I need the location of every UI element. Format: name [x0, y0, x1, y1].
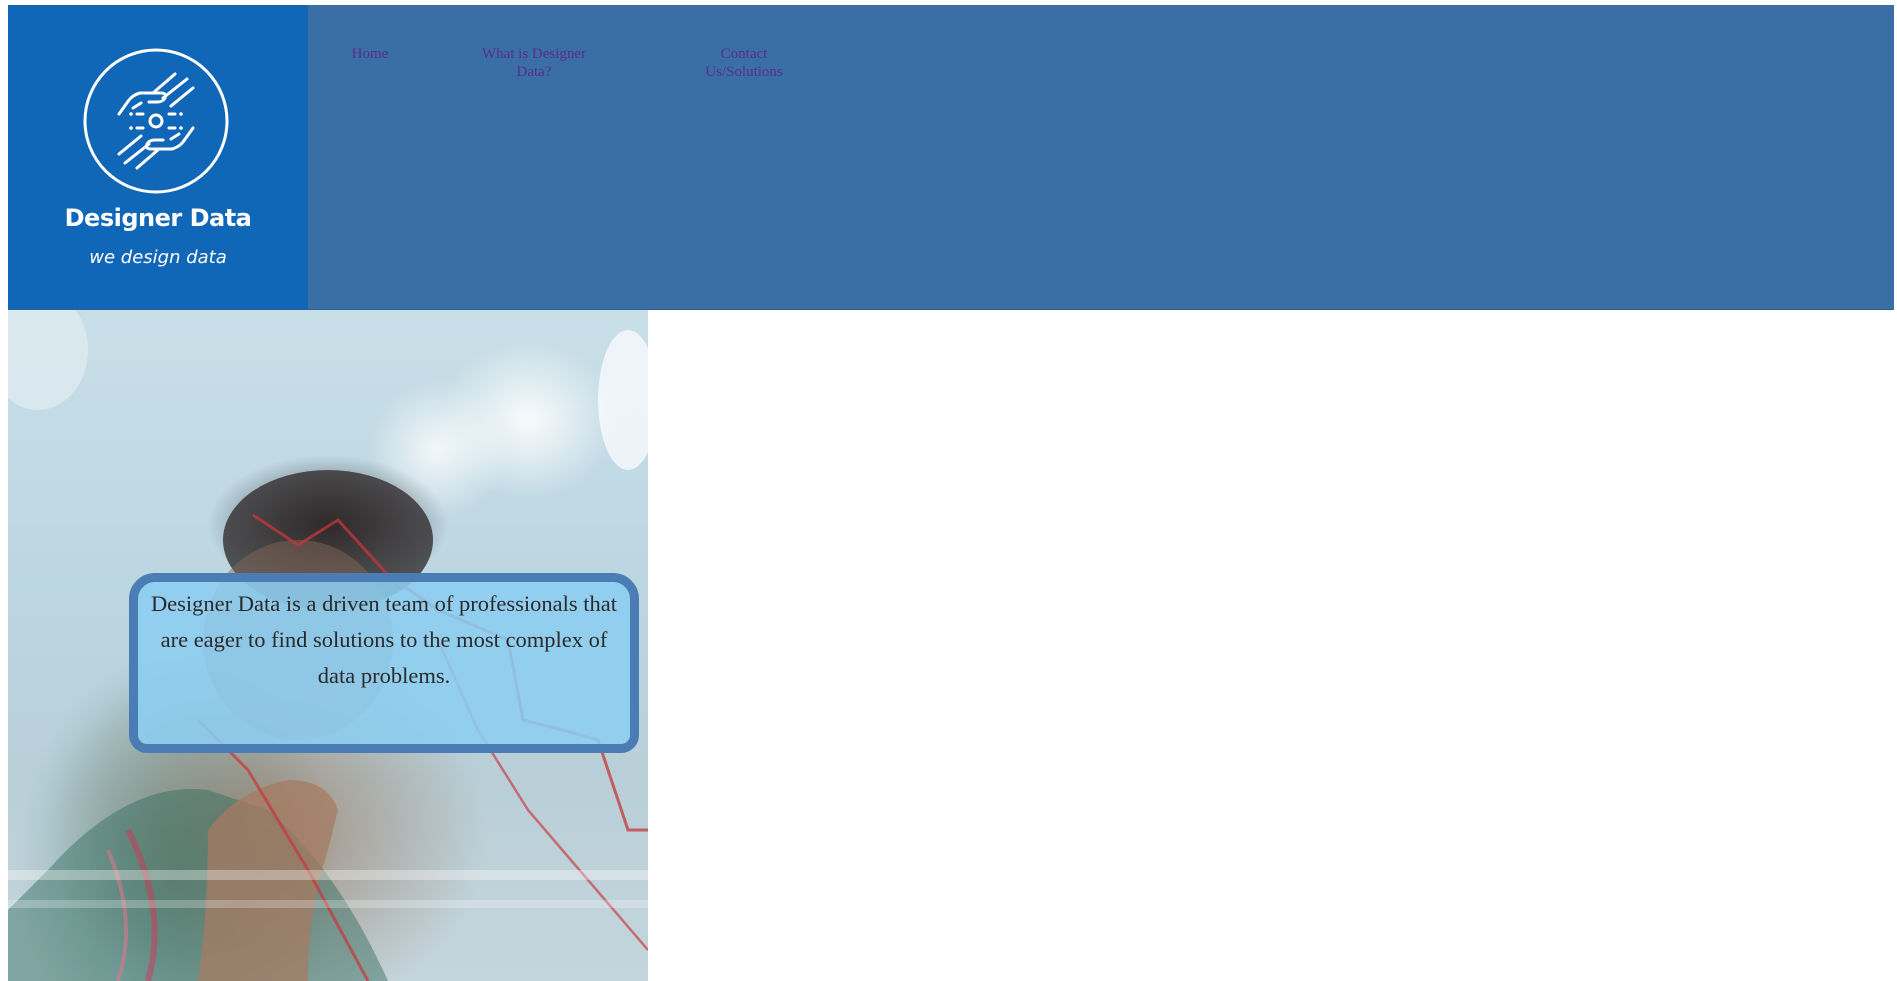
brand-tagline: we design data — [89, 247, 227, 268]
site-header: Designer Data we design data Home What i… — [8, 5, 1894, 310]
hands-data-icon — [83, 48, 229, 194]
hero-image: Designer Data is a driven team of profes… — [8, 310, 648, 981]
hero-callout-box: Designer Data is a driven team of profes… — [129, 573, 639, 753]
nav-link-what-is-designer-data[interactable]: What is Designer Data? — [464, 45, 604, 81]
nav-link-contact[interactable]: Contact Us/Solutions — [684, 45, 804, 81]
logo[interactable]: Designer Data we design data — [8, 5, 308, 309]
brand-name: Designer Data — [64, 204, 252, 232]
nav-link-home[interactable]: Home — [333, 45, 407, 63]
page: Designer Data we design data Home What i… — [0, 0, 1897, 981]
hero-description: Designer Data is a driven team of profes… — [150, 591, 618, 688]
